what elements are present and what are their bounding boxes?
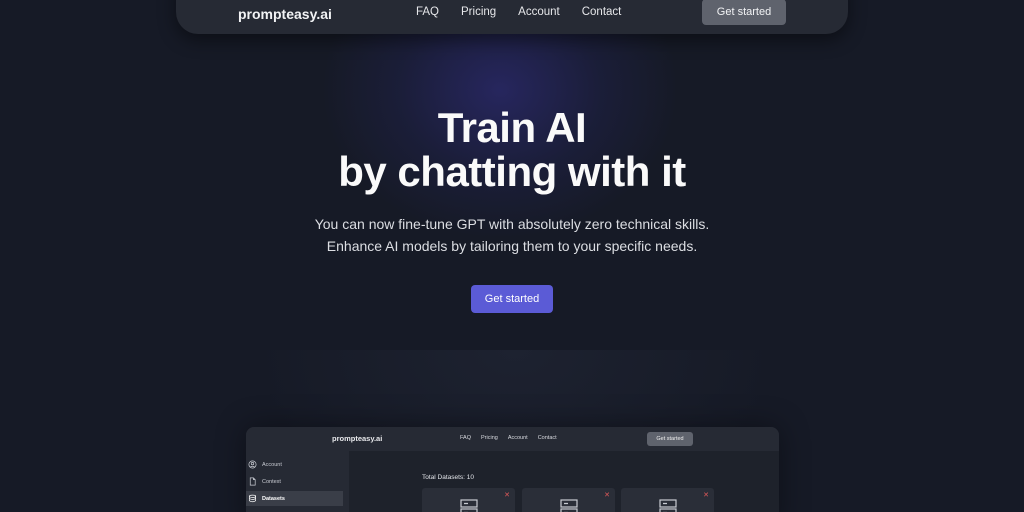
hero-subtitle-line-2: Enhance AI models by tailoring them to y… <box>326 238 698 254</box>
preview-dataset-card: ✕ <box>422 488 515 512</box>
preview-sidebar-item-account: Account <box>246 457 343 472</box>
preview-dataset-card: ✕ <box>621 488 714 512</box>
app-preview-screenshot: prompteasy.ai FAQ Pricing Account Contac… <box>246 427 779 512</box>
preview-link-faq: FAQ <box>460 435 472 441</box>
close-icon: ✕ <box>504 492 510 499</box>
preview-header: prompteasy.ai FAQ Pricing Account Contac… <box>246 427 779 451</box>
preview-nav-links: FAQ Pricing Account Contact <box>460 435 557 441</box>
preview-link-contact: Contact <box>537 435 557 441</box>
server-icon <box>460 499 478 512</box>
preview-sidebar: Account Context Datasets <box>246 451 349 512</box>
preview-sidebar-label: Context <box>262 478 281 485</box>
hero-title-line-2: by chatting with it <box>338 148 686 195</box>
close-icon: ✕ <box>703 492 709 499</box>
user-circle-icon <box>248 460 257 469</box>
preview-logo: prompteasy.ai <box>332 434 383 443</box>
nav-links: FAQ Pricing Account Contact <box>416 6 621 18</box>
preview-sidebar-label: Datasets <box>262 495 285 502</box>
preview-get-started-button: Get started <box>647 432 693 446</box>
nav-link-faq[interactable]: FAQ <box>416 6 439 18</box>
close-icon: ✕ <box>604 492 610 499</box>
preview-link-account: Account <box>507 435 528 441</box>
preview-sidebar-label: Account <box>262 461 282 468</box>
preview-total-datasets: Total Datasets: 10 <box>422 474 475 481</box>
top-navbar: prompteasy.ai FAQ Pricing Account Contac… <box>176 0 848 34</box>
hero-subtitle-line-1: You can now fine-tune GPT with absolutel… <box>314 216 710 232</box>
preview-sidebar-item-context: Context <box>246 474 343 489</box>
site-logo[interactable]: prompteasy.ai <box>238 6 332 22</box>
preview-dataset-card: ✕ <box>522 488 615 512</box>
document-icon <box>249 477 256 486</box>
preview-sidebar-item-datasets: Datasets <box>246 491 343 506</box>
hero-title-line-1: Train AI <box>437 104 587 151</box>
nav-get-started-button[interactable]: Get started <box>702 0 786 25</box>
preview-link-pricing: Pricing <box>481 435 498 441</box>
server-icon <box>659 499 677 512</box>
server-icon <box>560 499 578 512</box>
database-icon <box>248 494 257 503</box>
hero-get-started-button[interactable]: Get started <box>471 285 553 313</box>
nav-link-contact[interactable]: Contact <box>582 6 622 18</box>
nav-link-pricing[interactable]: Pricing <box>461 6 496 18</box>
nav-link-account[interactable]: Account <box>518 6 560 18</box>
hero-title: Train AI by chatting with it <box>0 106 1024 194</box>
hero-subtitle: You can now fine-tune GPT with absolutel… <box>0 213 1024 257</box>
